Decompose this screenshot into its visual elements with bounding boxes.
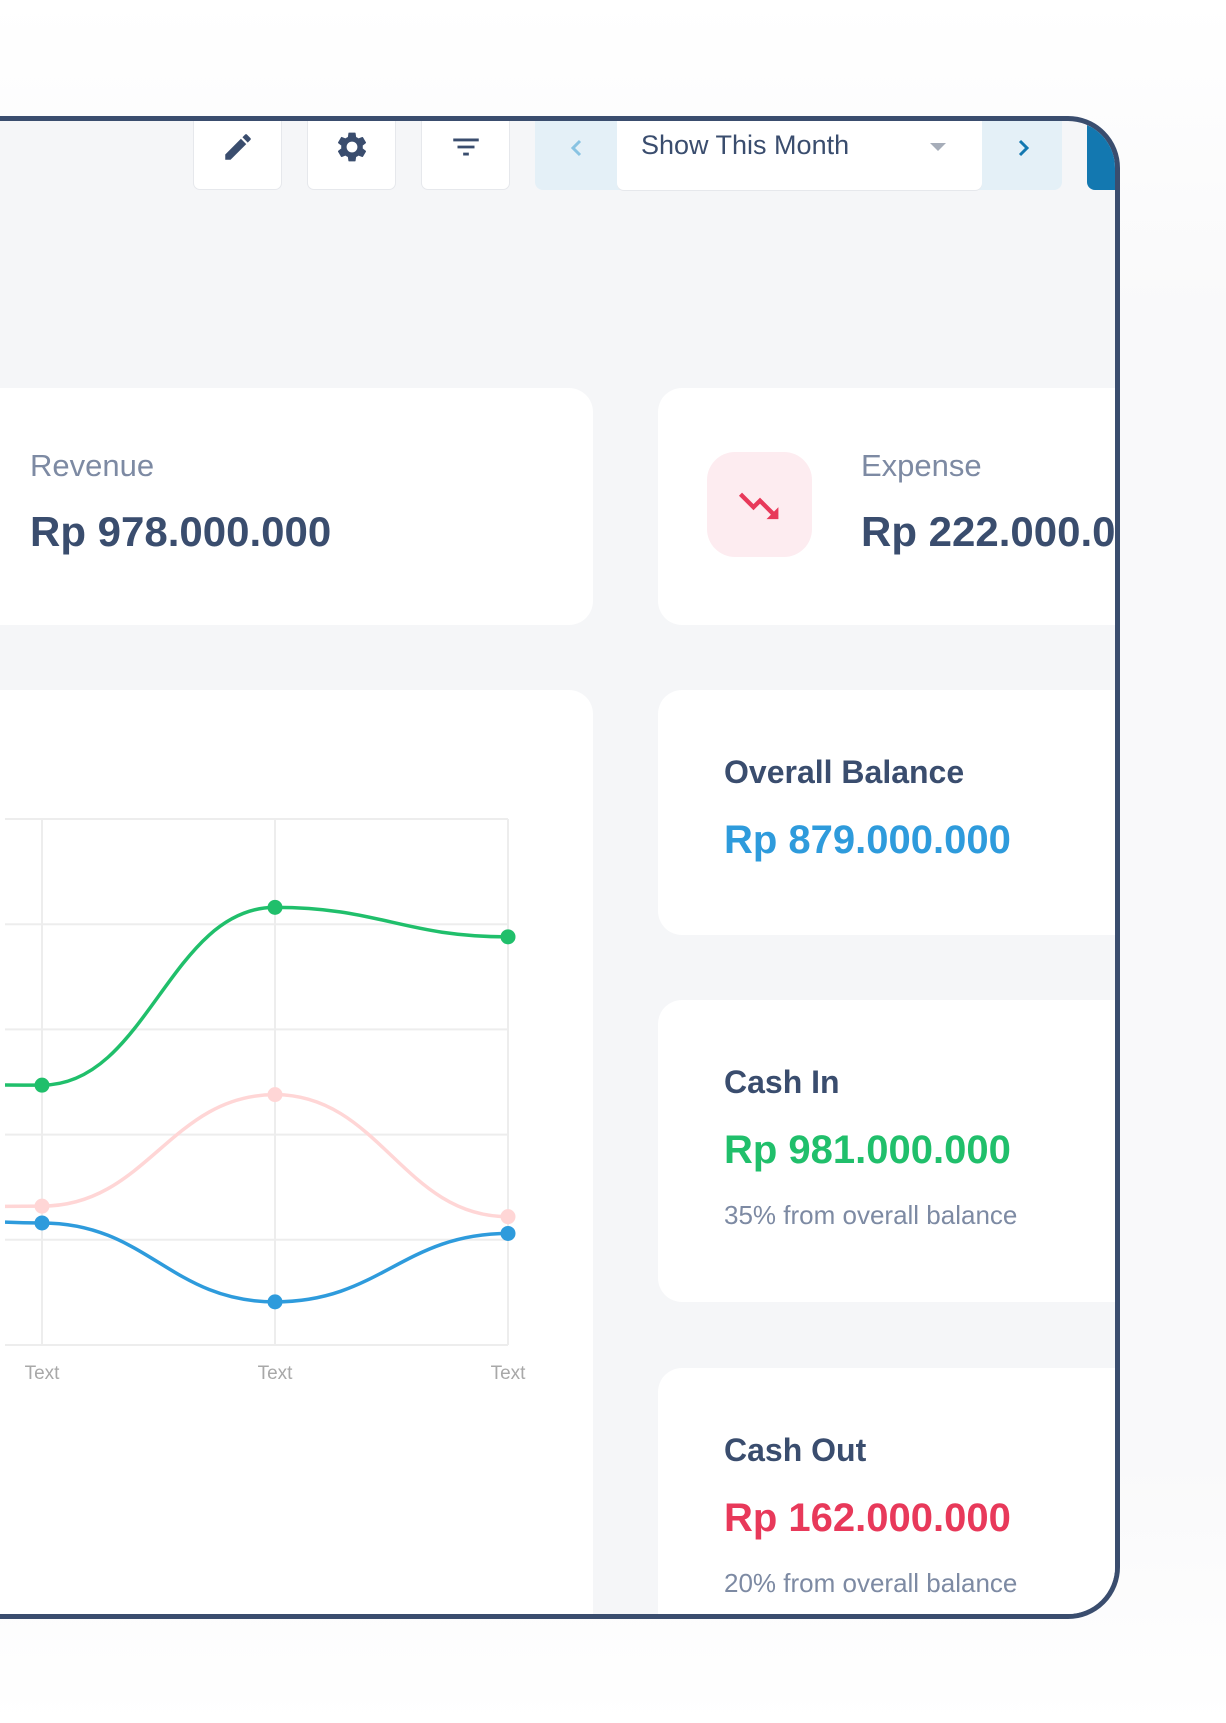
data-point-green bbox=[34, 1077, 50, 1093]
cash-in-subtitle: 35% from overall balance bbox=[724, 1200, 1018, 1230]
cash-in-title: Cash In bbox=[724, 1064, 840, 1100]
date-filter: Show This Month bbox=[535, 121, 1062, 190]
chevron-right-icon bbox=[1018, 139, 1030, 157]
primary-action-button[interactable] bbox=[1087, 121, 1115, 190]
overall-balance-title: Overall Balance bbox=[724, 754, 965, 790]
data-point-blue bbox=[500, 1225, 516, 1241]
x-tick-label: Text bbox=[258, 1363, 294, 1384]
data-point-blue bbox=[34, 1215, 50, 1231]
cash-out-card: Cash Out Rp 162.000.000 20% from overall… bbox=[658, 1368, 1115, 1614]
data-point-pink bbox=[500, 1209, 516, 1225]
app-window-frame: Show This Month Revenue Rp 978.000.000 E… bbox=[0, 116, 1120, 1619]
period-dropdown[interactable]: Show This Month bbox=[617, 121, 982, 190]
expense-value: Rp 222.000.000 bbox=[861, 508, 1116, 555]
cash-out-title: Cash Out bbox=[724, 1432, 867, 1468]
x-tick-label: Text bbox=[25, 1363, 61, 1384]
series-line-pink bbox=[5, 1092, 509, 1219]
expense-icon-box bbox=[707, 452, 812, 557]
data-point-green bbox=[500, 929, 516, 945]
data-point-blue bbox=[267, 1294, 283, 1310]
trending-down-icon bbox=[738, 492, 778, 519]
cash-out-value: Rp 162.000.000 bbox=[724, 1496, 1011, 1540]
data-point-green bbox=[267, 899, 283, 915]
next-period-button[interactable] bbox=[993, 128, 1053, 168]
series-line-blue bbox=[5, 1220, 509, 1304]
data-point-pink bbox=[34, 1198, 50, 1214]
overall-balance-value: Rp 879.000.000 bbox=[724, 818, 1011, 862]
line-chart: Text Text Text bbox=[5, 818, 527, 1384]
expense-label: Expense bbox=[861, 448, 982, 483]
overall-balance-card: Overall Balance Rp 879.000.000 bbox=[658, 690, 1115, 935]
period-dropdown-value: Show This Month bbox=[641, 130, 850, 160]
cash-out-subtitle: 20% from overall balance bbox=[724, 1568, 1018, 1598]
expense-card: Expense Rp 222.000.000 bbox=[658, 388, 1116, 625]
series-line-green bbox=[5, 905, 509, 1087]
caret-down-icon bbox=[930, 143, 946, 151]
cash-in-card: Cash In Rp 981.000.000 35% from overall … bbox=[658, 1000, 1115, 1302]
data-point-pink bbox=[267, 1087, 283, 1103]
x-tick-label: Text bbox=[491, 1363, 527, 1384]
cash-in-value: Rp 981.000.000 bbox=[724, 1128, 1011, 1172]
